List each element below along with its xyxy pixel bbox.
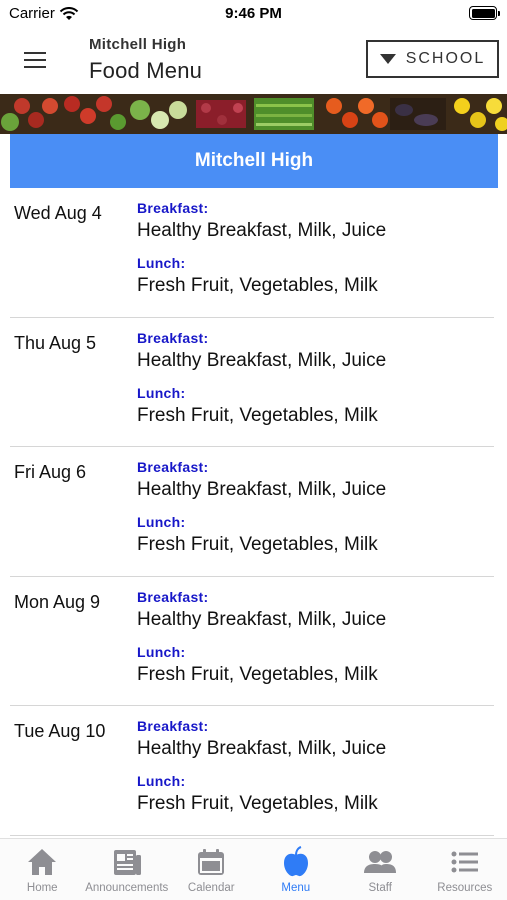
menu-day-row: Tue Aug 10 Breakfast: Healthy Breakfast,… — [10, 706, 494, 836]
tab-announcements[interactable]: Announcements — [85, 839, 170, 900]
hamburger-menu-icon[interactable] — [24, 52, 46, 68]
lunch-label: Lunch: — [137, 255, 186, 271]
breakfast-items: Healthy Breakfast, Milk, Juice — [137, 738, 387, 759]
school-select-button[interactable]: SCHOOL — [366, 40, 499, 78]
tab-label: Menu — [281, 882, 311, 894]
breakfast-items: Healthy Breakfast, Milk, Juice — [137, 220, 387, 241]
tab-calendar[interactable]: Calendar — [169, 839, 254, 900]
school-button-label: SCHOOL — [405, 50, 486, 67]
menu-day-row: Wed Aug 4 Breakfast: Healthy Breakfast, … — [10, 188, 494, 318]
breakfast-items: Healthy Breakfast, Milk, Juice — [137, 608, 387, 630]
tab-label: Home — [26, 882, 58, 894]
produce-banner-image — [0, 94, 507, 134]
lunch-label: Lunch: — [137, 514, 186, 530]
caret-down-icon — [379, 54, 396, 64]
day-date: Wed Aug 4 — [14, 203, 102, 223]
lunch-items: Fresh Fruit, Vegetables, Milk — [137, 404, 378, 426]
tab-menu[interactable]: Menu — [254, 839, 339, 900]
tab-staff[interactable]: Staff — [338, 839, 423, 900]
lunch-label: Lunch: — [137, 773, 186, 789]
tab-label: Announcements — [85, 882, 169, 894]
tab-label: Staff — [368, 882, 392, 894]
produce-banner-graphic — [0, 94, 507, 134]
day-date: Mon Aug 9 — [14, 591, 101, 612]
page-title: Food Menu — [89, 58, 203, 83]
home-icon — [28, 849, 57, 875]
menu-day-row: Thu Aug 5 Breakfast: Healthy Breakfast, … — [10, 318, 494, 447]
school-name-header: Mitchell High — [10, 134, 498, 188]
nav-bar: Mitchell High Food Menu SCHOOL — [0, 28, 507, 94]
newspaper-icon — [113, 850, 141, 875]
breakfast-items: Healthy Breakfast, Milk, Juice — [137, 479, 387, 500]
breakfast-label: Breakfast: — [137, 718, 209, 734]
menu-day-row: Fri Aug 6 Breakfast: Healthy Breakfast, … — [10, 447, 494, 577]
breakfast-label: Breakfast: — [137, 588, 209, 605]
tab-home[interactable]: Home — [0, 839, 85, 900]
battery-icon — [469, 6, 500, 20]
apple-icon — [283, 846, 308, 877]
menu-list: Wed Aug 4 Breakfast: Healthy Breakfast, … — [0, 188, 507, 836]
status-bar: Carrier 9:46 PM — [0, 0, 507, 28]
lunch-items: Fresh Fruit, Vegetables, Milk — [137, 793, 378, 814]
tab-resources[interactable]: Resources — [423, 839, 507, 900]
lunch-label: Lunch: — [137, 643, 186, 660]
nav-subtitle: Mitchell High — [89, 36, 187, 53]
lunch-items: Fresh Fruit, Vegetables, Milk — [137, 534, 378, 555]
tab-label: Calendar — [187, 882, 235, 894]
breakfast-label: Breakfast: — [137, 329, 209, 346]
lunch-items: Fresh Fruit, Vegetables, Milk — [137, 663, 378, 685]
breakfast-label: Breakfast: — [137, 200, 209, 216]
list-icon — [451, 851, 478, 873]
lunch-label: Lunch: — [137, 384, 186, 401]
day-date: Thu Aug 5 — [14, 332, 97, 353]
lunch-items: Fresh Fruit, Vegetables, Milk — [137, 275, 378, 296]
clock: 9:46 PM — [225, 5, 282, 22]
tab-bar: Home Announcements Calendar Menu Staff R… — [0, 838, 507, 900]
calendar-icon — [198, 849, 225, 875]
breakfast-items: Healthy Breakfast, Milk, Juice — [137, 349, 387, 371]
day-date: Tue Aug 10 — [14, 721, 106, 741]
breakfast-label: Breakfast: — [137, 459, 209, 475]
menu-day-row: Mon Aug 9 Breakfast: Healthy Breakfast, … — [10, 577, 494, 706]
day-date: Fri Aug 6 — [14, 462, 87, 482]
tab-label: Resources — [437, 882, 493, 894]
people-icon — [364, 851, 397, 873]
